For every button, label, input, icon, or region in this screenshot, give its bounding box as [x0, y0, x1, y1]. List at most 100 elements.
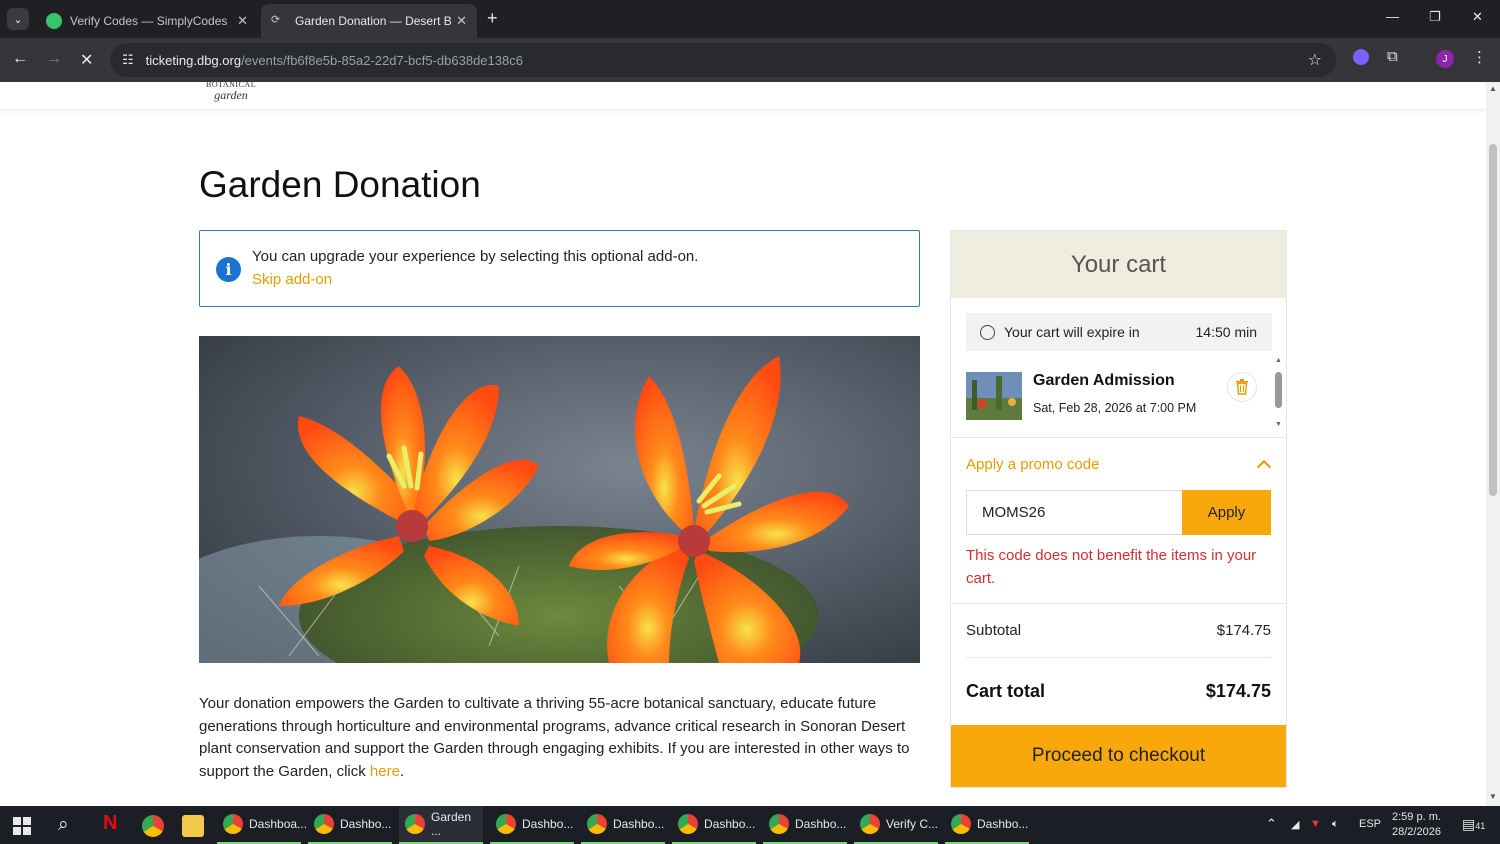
loading-icon: ⟳ [271, 14, 281, 26]
taskbar-app[interactable]: Dashbo... [581, 806, 665, 844]
page-scroll-thumb[interactable] [1489, 144, 1497, 496]
windows-logo-icon [13, 817, 21, 825]
subtotal-amount: $174.75 [1216, 622, 1271, 639]
taskbar-app[interactable]: Garden ... [399, 806, 483, 844]
taskbar-app[interactable]: Dashbo... [490, 806, 574, 844]
extension-simplycodes-icon[interactable] [1353, 49, 1369, 65]
cart-item-date: Sat, Feb 28, 2026 at 7:00 PM [1033, 401, 1197, 415]
input-language[interactable]: ESP [1359, 818, 1381, 830]
taskbar-app-label: Dashbo... [704, 817, 756, 831]
site-logo[interactable]: BOTANICAL garden [206, 82, 256, 102]
taskbar-app[interactable]: Dashboa... [217, 806, 307, 844]
cart-total-amount: $174.75 [1205, 681, 1271, 701]
page-scrollbar[interactable]: ▲ ▼ [1486, 82, 1500, 806]
start-button[interactable] [13, 817, 31, 835]
network-icon[interactable]: ◢ [1291, 818, 1299, 831]
page-viewport: BOTANICAL garden Garden Donation i You c… [0, 82, 1486, 806]
chrome-icon [860, 814, 880, 834]
minimize-button[interactable]: — [1386, 9, 1399, 24]
chevron-up-icon[interactable] [1256, 459, 1272, 475]
support-here-link[interactable]: here [370, 763, 400, 780]
tab-verify-codes[interactable]: Verify Codes — SimplyCodes ✕ [36, 4, 258, 38]
cart-heading: Your cart [951, 231, 1286, 298]
taskbar-app-label: Dashboa... [249, 817, 308, 831]
taskbar-app[interactable]: Dashbo... [308, 806, 392, 844]
chrome-icon [587, 814, 607, 834]
scroll-thumb[interactable] [1275, 372, 1282, 408]
proceed-to-checkout-button[interactable]: Proceed to checkout [951, 725, 1286, 787]
cart-total-row: Cart total $174.75 [966, 681, 1271, 702]
restore-button[interactable]: ❐ [1429, 9, 1441, 25]
skip-addon-link[interactable]: Skip add-on [252, 271, 332, 288]
browser-toolbar: ← → ✕ ☷ ticketing.dbg.org/events/fb6f8e5… [0, 38, 1500, 82]
url-path: /events/fb6f8e5b-85a2-22d7-bcf5-db638de1… [241, 52, 523, 68]
subtotal-row: Subtotal $174.75 [966, 622, 1271, 639]
promo-code-input[interactable]: MOMS26 [966, 490, 1183, 535]
browser-menu-icon[interactable]: ⋮ [1472, 48, 1487, 66]
taskbar-app[interactable]: Dashbo... [672, 806, 756, 844]
site-info-icon[interactable]: ☷ [122, 52, 134, 68]
close-icon[interactable]: ✕ [456, 13, 467, 29]
promo-toggle[interactable]: Apply a promo code [966, 456, 1099, 473]
description-end: . [399, 763, 405, 781]
info-icon: i [216, 257, 241, 282]
url-host: ticketing.dbg.org [145, 52, 242, 68]
taskbar-app-label: Dashbo... [522, 817, 574, 831]
close-icon: ✕ [80, 52, 94, 69]
taskbar-app-label: Garden ... [431, 810, 472, 838]
show-hidden-icons-chevron-icon[interactable]: ⌃ [1266, 816, 1277, 832]
taskbar-app[interactable]: Dashbo... [945, 806, 1029, 844]
clock-time: 2:59 p. m. [1392, 811, 1441, 823]
taskbar-app-label: Dashbo... [795, 817, 847, 831]
taskbar-app-label: Verify C... [886, 817, 939, 831]
remove-item-button[interactable] [1227, 372, 1257, 402]
cart-totals: Subtotal $174.75 Cart total $174.75 [951, 603, 1286, 701]
taskbar-app[interactable]: Verify C... [854, 806, 938, 844]
promo-section: Apply a promo code MOMS26 Apply This cod… [951, 437, 1286, 587]
address-bar[interactable]: ☷ ticketing.dbg.org/events/fb6f8e5b-85a2… [110, 43, 1336, 77]
file-explorer-icon[interactable] [182, 815, 204, 837]
tab-search-button[interactable]: ⌄ [7, 8, 29, 30]
bookmark-star-icon[interactable]: ☆ [1308, 50, 1322, 70]
trash-icon [1236, 379, 1248, 395]
arrow-right-icon: → [46, 50, 62, 67]
site-header: BOTANICAL garden [0, 82, 1486, 109]
netflix-icon[interactable]: N [103, 812, 125, 834]
scroll-down-icon: ▼ [1275, 421, 1282, 428]
chrome-icon [223, 814, 243, 834]
extensions-puzzle-icon[interactable]: ⧉ [1387, 48, 1398, 65]
apply-promo-button[interactable]: Apply [1182, 490, 1271, 535]
new-tab-button[interactable]: + [487, 8, 498, 29]
notification-center-icon[interactable]: ▤41 [1462, 816, 1485, 833]
system-clock[interactable]: 2:59 p. m. 28/2/2026 [1392, 810, 1441, 840]
chrome-icon[interactable] [142, 815, 164, 837]
tab-title: Verify Codes — SimplyCodes [70, 14, 228, 28]
chrome-icon [769, 814, 789, 834]
logo-text-bottom: garden [214, 88, 248, 102]
cart-item: Garden Admission Sat, Feb 28, 2026 at 7:… [966, 372, 1266, 422]
cart-items-scrollbar[interactable]: ▲ ▼ [1274, 357, 1284, 429]
vpn-shield-icon[interactable]: ▼ [1310, 818, 1321, 830]
cart-panel: Your cart Your cart will expire in 14:50… [950, 230, 1287, 788]
back-button[interactable]: ← [12, 50, 28, 68]
tab-garden-donation[interactable]: ⟳ Garden Donation — Desert Bot ✕ [261, 4, 477, 38]
window-close-button[interactable]: ✕ [1472, 9, 1483, 25]
windows-logo-icon [23, 827, 31, 835]
volume-icon[interactable]: 🔈︎ [1332, 818, 1339, 831]
taskbar-app[interactable]: Dashbo... [763, 806, 847, 844]
forward-button[interactable]: → [46, 50, 62, 68]
hero-image-svg [199, 336, 920, 663]
scroll-up-icon[interactable]: ▲ [1489, 84, 1497, 93]
browser-tab-bar: ⌄ Verify Codes — SimplyCodes ✕ ⟳ Garden … [0, 0, 1500, 38]
chevron-down-icon: ⌄ [13, 13, 23, 26]
scroll-down-icon[interactable]: ▼ [1489, 792, 1497, 801]
close-icon[interactable]: ✕ [237, 13, 248, 29]
stop-loading-button[interactable]: ✕ [80, 50, 93, 70]
profile-avatar[interactable]: J [1436, 50, 1454, 68]
taskbar-app-label: Dashbo... [613, 817, 665, 831]
search-icon[interactable]: ⌕ [58, 814, 69, 836]
chrome-icon [405, 814, 425, 834]
taskbar-app-label: Dashbo... [977, 817, 1029, 831]
windows-logo-icon [23, 817, 31, 825]
windows-logo-icon [13, 827, 21, 835]
